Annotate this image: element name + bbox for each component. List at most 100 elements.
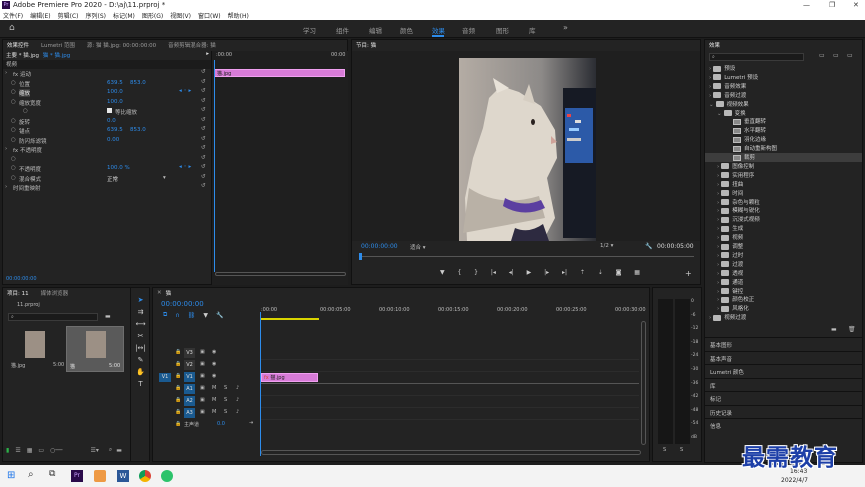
track-label[interactable]: A1 (184, 384, 195, 394)
sync-lock-icon[interactable]: ▣ (200, 361, 205, 367)
workspace-tab[interactable]: 颜色 (400, 25, 413, 35)
32bit-effects-icon[interactable]: ▭ (833, 52, 839, 59)
step-forward-icon[interactable]: |▸ (544, 269, 549, 276)
mark-in-icon[interactable]: { (457, 269, 461, 276)
work-area-bar[interactable] (261, 318, 319, 320)
yuv-effects-icon[interactable]: ▭ (847, 52, 853, 59)
disclosure-icon[interactable]: › (717, 164, 719, 170)
property-value[interactable]: 100.0 % (107, 165, 130, 171)
mic-icon[interactable]: ♪ (236, 397, 239, 403)
word-taskbar-icon[interactable]: W (117, 470, 129, 482)
expand-icon[interactable]: ○ (11, 99, 16, 105)
pen-tool-icon[interactable]: ✎ (135, 354, 146, 366)
panel-tab[interactable]: 源: 猫 猫.jpg: 00:00:00:00 (87, 41, 156, 49)
collapsed-panel-header[interactable]: 库 (705, 377, 862, 391)
solo-button[interactable]: S (224, 385, 227, 391)
effects-folder[interactable]: › 杂色与颗粒 (705, 198, 855, 207)
disclosure-icon[interactable]: › (709, 84, 711, 90)
disclosure-icon[interactable]: › (709, 75, 711, 81)
disclosure-icon[interactable]: › (717, 200, 719, 206)
go-to-out-icon[interactable]: ▸| (562, 269, 567, 276)
property-row[interactable]: › fx 运动 ↺ (3, 69, 211, 78)
slip-tool-icon[interactable]: |↔| (135, 342, 146, 354)
track-header[interactable]: 🔒 A1 ▣ M S ♪ (153, 384, 253, 395)
property-value-2[interactable]: 853.0 (130, 80, 146, 86)
workspace-tab[interactable]: 效果 (432, 25, 445, 35)
mute-button[interactable]: M (212, 385, 216, 391)
disclosure-icon[interactable]: › (717, 306, 719, 312)
premiere-taskbar-icon[interactable]: Pr (71, 470, 83, 482)
add-marker-icon[interactable]: ▼ (203, 312, 208, 319)
lift-icon[interactable]: ⇡ (580, 269, 585, 276)
reset-icon[interactable]: ↺ (201, 164, 206, 170)
icon-view-icon[interactable]: ▦ (27, 447, 33, 454)
reset-icon[interactable]: ↺ (201, 145, 206, 151)
workspace-tab[interactable]: 学习 (303, 25, 316, 35)
reset-icon[interactable]: ↺ (201, 136, 206, 142)
mute-button[interactable]: M (212, 409, 216, 415)
property-row[interactable]: › fx 不透明度 ↺ (3, 145, 211, 154)
razor-icon[interactable]: ✂ (135, 330, 146, 342)
master-track[interactable]: 🔒 主声道 0.0 ⇥ (153, 420, 253, 431)
go-to-end-icon[interactable]: ⇥ (249, 420, 253, 426)
effects-preset[interactable]: 羽化边缘 (705, 135, 855, 144)
effects-folder[interactable]: ⌄ 视频效果 (705, 100, 855, 109)
wrench-icon[interactable]: 🔧 (645, 243, 652, 250)
workspace-tab[interactable]: 图形 (496, 25, 509, 35)
disclosure-icon[interactable]: › (717, 262, 719, 268)
collapsed-panel-header[interactable]: 基本声音 (705, 350, 862, 364)
lock-icon[interactable]: 🔒 (175, 385, 181, 391)
close-icon[interactable]: ✕ (853, 1, 859, 9)
property-value[interactable]: 639.5 (107, 127, 123, 133)
sync-lock-icon[interactable]: ▣ (200, 409, 205, 415)
reset-icon[interactable]: ↺ (201, 126, 206, 132)
track-label[interactable]: A2 (184, 396, 195, 406)
effects-folder[interactable]: › 实用程序 (705, 171, 855, 180)
track-header[interactable]: 🔒 V2 ▣ ◉ (153, 360, 253, 371)
task-view-icon[interactable]: ⧉ (49, 469, 55, 479)
mute-button[interactable]: M (212, 397, 216, 403)
effects-folder[interactable]: › 预设 (705, 64, 855, 73)
source-patch[interactable]: V1 (159, 373, 171, 382)
app-taskbar-icon[interactable] (94, 470, 106, 482)
expand-icon[interactable]: ○ (11, 175, 16, 181)
effects-folder[interactable]: › 视频 (705, 233, 855, 242)
keyframe-nav-icon[interactable]: ◂ ◦ ▸ (179, 88, 191, 94)
delete-icon[interactable]: 🗑 (848, 326, 856, 333)
eye-icon[interactable]: ◉ (212, 349, 216, 355)
property-value[interactable]: 正常 (107, 175, 118, 183)
reset-icon[interactable]: ↺ (201, 79, 206, 85)
property-row[interactable]: ○ 锚点 639.5 853.0 ↺ (3, 126, 211, 135)
track-select-icon[interactable]: ⇉ (135, 306, 146, 318)
reset-icon[interactable]: ↺ (201, 183, 206, 189)
effects-preset[interactable]: 垂直翻转 (705, 117, 855, 126)
project-item-still[interactable]: 猫.jpg 5:00 (11, 328, 64, 370)
effects-folder[interactable]: › 过渡 (705, 260, 855, 269)
chrome-taskbar-icon[interactable] (139, 470, 151, 482)
menu-item[interactable]: 窗口(W) (198, 11, 221, 20)
property-row[interactable]: ○ 缩放 100.0 ↺ ◂ ◦ ▸ (3, 88, 211, 97)
property-row[interactable]: ○ 位置 639.5 853.0 ↺ (3, 79, 211, 88)
effects-folder[interactable]: › 音频过渡 (705, 91, 855, 100)
sync-lock-icon[interactable]: ▣ (200, 349, 205, 355)
collapsed-panel-header[interactable]: 标记 (705, 391, 862, 404)
effects-folder[interactable]: › 过时 (705, 251, 855, 260)
program-playhead[interactable] (359, 253, 362, 260)
disclosure-icon[interactable]: › (717, 208, 719, 214)
sync-lock-icon[interactable]: ▣ (200, 373, 205, 379)
project-tab[interactable]: 项目: 11 (7, 289, 29, 297)
reset-icon[interactable]: ↺ (201, 98, 206, 104)
timeline-timecode[interactable]: 00:00:00:00 (161, 300, 204, 308)
hand-tool-icon[interactable]: ✋ (135, 366, 146, 378)
solo-left[interactable]: S (663, 447, 666, 453)
property-row[interactable]: ○ 等比缩放 ↺ (3, 107, 211, 116)
property-value[interactable]: 0.00 (107, 137, 119, 143)
new-bin-icon[interactable]: ▬ (831, 326, 837, 333)
eye-icon[interactable]: ◉ (212, 361, 216, 367)
disclosure-icon[interactable]: › (717, 226, 719, 232)
ec-playhead[interactable] (214, 60, 215, 272)
menu-item[interactable]: 图形(G) (142, 11, 163, 20)
effects-folder[interactable]: › 颜色校正 (705, 295, 855, 304)
fit-dropdown[interactable]: 适合 ▾ (410, 243, 426, 251)
disclosure-icon[interactable]: › (717, 271, 719, 277)
